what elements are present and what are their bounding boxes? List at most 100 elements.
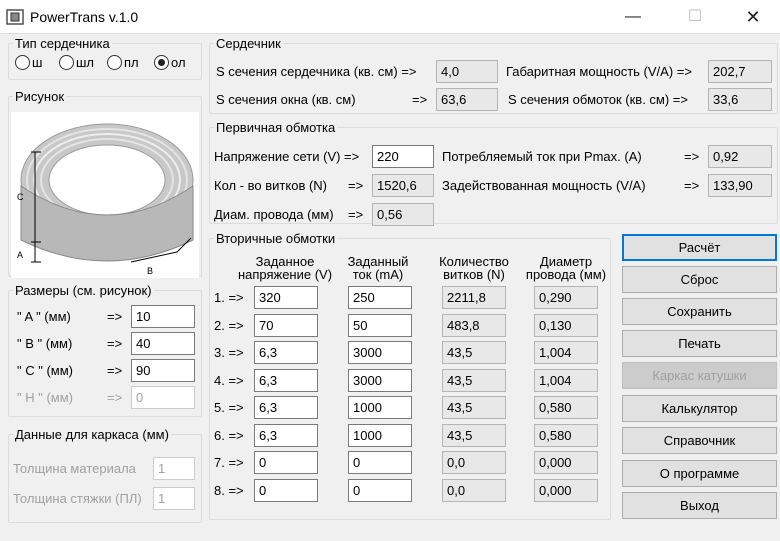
primary-turns-arrow: => (348, 178, 364, 193)
row-label: 7. => (214, 455, 244, 470)
col-header-line: провода (мм) (525, 267, 607, 282)
col-header-current: Заданный ток (mA) (338, 255, 418, 281)
row-label: 3. => (214, 345, 244, 360)
secondary-voltage-input[interactable]: 6,3 (254, 396, 318, 419)
row-label: 2. => (214, 318, 244, 333)
close-icon: ✕ (745, 7, 761, 27)
dim-c-input[interactable]: 90 (131, 359, 195, 382)
print-button[interactable]: Печать (622, 330, 777, 357)
transformer-app-icon (6, 9, 24, 25)
dim-b-input[interactable]: 40 (131, 332, 195, 355)
window-area-label: S сечения окна (кв. см) (216, 92, 356, 107)
secondary-voltage-input[interactable]: 6,3 (254, 424, 318, 447)
core-type-radio-sh[interactable]: ш (15, 55, 42, 70)
window-title: PowerTrans v.1.0 (30, 9, 139, 25)
mains-voltage-input[interactable]: 220 (372, 145, 434, 168)
exit-button[interactable]: Выход (622, 492, 777, 519)
dim-b-label: " B " (мм) (17, 336, 73, 351)
secondary-current-input[interactable]: 0 (348, 479, 412, 502)
radio-label: ш (32, 55, 43, 70)
secondary-turns-output: 43,5 (442, 424, 506, 447)
dim-a-arrow: => (107, 309, 123, 324)
secondary-current-input[interactable]: 0 (348, 451, 412, 474)
dim-label-b: B (147, 266, 153, 276)
primary-wire-output: 0,56 (372, 203, 434, 226)
maximize-icon: ☐ (687, 8, 703, 25)
material-thickness-label: Толщина материала (13, 461, 136, 476)
maximize-button[interactable]: ☐ (672, 0, 718, 34)
primary-wire-arrow: => (348, 207, 364, 222)
radio-circle (59, 55, 74, 70)
reset-button[interactable]: Сброс (622, 266, 777, 293)
secondary-current-input[interactable]: 3000 (348, 369, 412, 392)
secondary-current-input[interactable]: 3000 (348, 341, 412, 364)
primary-legend: Первичная обмотка (216, 120, 336, 135)
secondary-voltage-input[interactable]: 70 (254, 314, 318, 337)
secondary-turns-output: 483,8 (442, 314, 506, 337)
secondary-diameter-output: 0,000 (534, 451, 598, 474)
picture-legend: Рисунок (15, 89, 65, 104)
dim-h-label: " H " (мм) (17, 390, 73, 405)
used-power-label: Задействованная мощность (V/A) (442, 178, 646, 193)
minimize-button[interactable]: — (610, 0, 656, 34)
picture-group: Рисунок C A B (8, 89, 202, 278)
current-draw-output: 0,92 (708, 145, 772, 168)
secondary-diameter-output: 0,130 (534, 314, 598, 337)
reference-button[interactable]: Справочник (622, 427, 777, 454)
overall-power-label: Габаритная мощность (V/A) => (506, 64, 692, 79)
windings-area-output: 33,6 (708, 88, 772, 111)
secondary-turns-output: 43,5 (442, 369, 506, 392)
core-type-legend: Тип сердечника (15, 36, 110, 51)
core-area-label: S сечения сердечника (кв. см) => (216, 64, 417, 79)
core-type-group: Тип сердечника ш шл пл ол (8, 36, 202, 80)
dim-b-arrow: => (107, 336, 123, 351)
radio-circle (15, 55, 30, 70)
material-thickness-input: 1 (153, 457, 195, 480)
current-draw-arrow: => (684, 149, 700, 164)
secondary-current-input[interactable]: 250 (348, 286, 412, 309)
secondary-voltage-input[interactable]: 6,3 (254, 369, 318, 392)
tie-thickness-input: 1 (153, 487, 195, 510)
windings-area-label: S сечения обмоток (кв. см) => (508, 92, 688, 107)
core-area-output: 4,0 (436, 60, 498, 83)
primary-turns-output: 1520,6 (372, 174, 434, 197)
secondary-voltage-input[interactable]: 320 (254, 286, 318, 309)
core-type-radio-pl[interactable]: пл (107, 55, 139, 70)
secondary-voltage-input[interactable]: 6,3 (254, 341, 318, 364)
close-button[interactable]: ✕ (730, 0, 776, 34)
secondary-diameter-output: 0,000 (534, 479, 598, 502)
minimize-icon: — (625, 8, 641, 25)
secondary-current-input[interactable]: 1000 (348, 424, 412, 447)
radio-label: пл (124, 55, 139, 70)
row-label: 4. => (214, 373, 244, 388)
primary-turns-label: Кол - во витков (N) (214, 178, 328, 193)
secondary-diameter-output: 1,004 (534, 341, 598, 364)
core-type-radio-ol[interactable]: ол (154, 55, 186, 70)
radio-label: шл (76, 55, 95, 70)
save-button[interactable]: Сохранить (622, 298, 777, 325)
secondary-turns-output: 2211,8 (442, 286, 506, 309)
radio-circle-selected (154, 55, 169, 70)
col-header-diameter: Диаметр провода (мм) (520, 255, 612, 281)
calculate-button[interactable]: Расчёт (622, 234, 777, 261)
col-header-turns: Количество витков (N) (426, 255, 522, 281)
dim-label-a: A (17, 250, 23, 260)
coil-frame-button: Каркас катушки (622, 362, 777, 389)
calculator-button[interactable]: Калькулятор (622, 395, 777, 422)
mains-voltage-label: Напряжение сети (V) => (214, 149, 360, 164)
about-button[interactable]: О программе (622, 460, 777, 487)
secondary-current-input[interactable]: 1000 (348, 396, 412, 419)
primary-winding-group: Первичная обмотка Напряжение сети (V) =>… (209, 120, 778, 226)
core-type-radio-shl[interactable]: шл (59, 55, 94, 70)
secondary-turns-output: 0,0 (442, 451, 506, 474)
tie-thickness-label: Толщина стяжки (ПЛ) (13, 491, 142, 506)
secondary-current-input[interactable]: 50 (348, 314, 412, 337)
secondary-diameter-output: 1,004 (534, 369, 598, 392)
col-header-voltage: Заданное напряжение (V) (230, 255, 340, 281)
secondary-voltage-input[interactable]: 0 (254, 479, 318, 502)
dim-a-input[interactable]: 10 (131, 305, 195, 328)
row-label: 6. => (214, 428, 244, 443)
secondary-voltage-input[interactable]: 0 (254, 451, 318, 474)
secondary-turns-output: 0,0 (442, 479, 506, 502)
frame-data-group: Данные для каркаса (мм) Толщина материал… (8, 427, 202, 523)
